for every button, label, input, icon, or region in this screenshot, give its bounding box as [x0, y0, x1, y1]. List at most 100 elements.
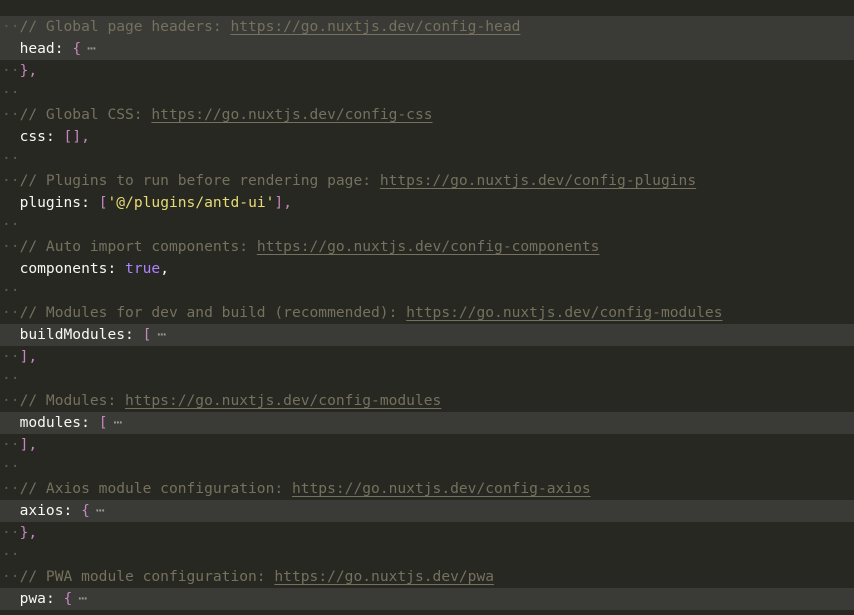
indent-whitespace: ··	[2, 238, 20, 255]
comment-text: // Global CSS:	[19, 106, 152, 123]
code-editor[interactable]: export default { ··// Global page header…	[0, 0, 854, 615]
colon: :	[81, 414, 90, 431]
code-line-components[interactable]: components: true,	[0, 258, 854, 280]
code-line-axios-close[interactable]: ··},	[0, 522, 854, 544]
code-line-css[interactable]: css: [],	[0, 126, 854, 148]
code-line-plugins[interactable]: plugins: ['@/plugins/antd-ui'],	[0, 192, 854, 214]
open-brace: {	[81, 502, 90, 519]
open-bracket: [	[142, 326, 152, 343]
code-line-comment-pwa[interactable]: ··// PWA module configuration: https://g…	[0, 566, 854, 588]
colon: :	[125, 326, 134, 343]
colon: :	[81, 194, 90, 211]
code-line-comment-css[interactable]: ··// Global CSS: https://go.nuxtjs.dev/c…	[0, 104, 854, 126]
code-line-head[interactable]: head: {⋯	[0, 38, 854, 60]
comment-link[interactable]: https://go.nuxtjs.dev/config-modules	[406, 304, 722, 321]
code-line-blank[interactable]: ··	[0, 82, 854, 104]
indent-whitespace: ··	[2, 106, 20, 123]
comment-text: // Modules:	[19, 392, 126, 409]
comment-link[interactable]: https://go.nuxtjs.dev/pwa	[274, 568, 494, 585]
code-line-comment-modules[interactable]: ··// Modules: https://go.nuxtjs.dev/conf…	[0, 390, 854, 412]
code-line-pwa[interactable]: pwa: { ⋯	[0, 588, 854, 610]
code-line-modules[interactable]: modules: [⋯	[0, 412, 854, 434]
indent-whitespace: ··	[2, 348, 20, 365]
indent-whitespace: ··	[2, 568, 20, 585]
vertical-scrollbar[interactable]	[844, 0, 854, 615]
colon: :	[45, 590, 55, 607]
open-brace: {	[63, 590, 73, 607]
close-bracket: ],	[274, 194, 292, 211]
property-key: plugins	[19, 194, 82, 211]
fold-ellipsis-icon[interactable]: ⋯	[157, 326, 166, 343]
close-brace: },	[19, 62, 38, 79]
comment-link[interactable]: https://go.nuxtjs.dev/config-head	[230, 18, 520, 35]
code-line-export[interactable]: export default {	[0, 0, 854, 35]
boolean-value: true	[125, 260, 161, 277]
indent-whitespace: ··	[2, 524, 20, 541]
property-key: buildModules	[19, 326, 126, 343]
indent-whitespace: ··	[2, 150, 20, 167]
code-line-comment-plugins[interactable]: ··// Plugins to run before rendering pag…	[0, 170, 854, 192]
code-line-modules-close[interactable]: ··],	[0, 434, 854, 456]
indent-whitespace: ··	[2, 392, 20, 409]
colon: :	[45, 128, 55, 145]
indent-whitespace: ··	[2, 436, 20, 453]
code-line-comment-buildmodules[interactable]: ··// Modules for dev and build (recommen…	[0, 302, 854, 324]
comment-link[interactable]: https://go.nuxtjs.dev/config-plugins	[380, 172, 696, 189]
property-key: head	[19, 40, 55, 57]
fold-ellipsis-icon[interactable]: ⋯	[78, 590, 87, 607]
comment-link[interactable]: https://go.nuxtjs.dev/config-modules	[125, 392, 441, 409]
open-bracket: [	[63, 128, 73, 145]
comment-text: // Plugins to run before rendering page:	[19, 172, 380, 189]
code-line-axios[interactable]: axios: { ⋯	[0, 500, 854, 522]
comment-text: // Modules for dev and build (recommende…	[19, 304, 407, 321]
close-bracket: ],	[19, 436, 38, 453]
code-line-blank[interactable]: ··	[0, 148, 854, 170]
property-key: pwa	[19, 590, 46, 607]
code-line-blank[interactable]: ··	[0, 456, 854, 478]
close-bracket: ],	[72, 128, 90, 145]
code-line-blank[interactable]: ··	[0, 544, 854, 566]
code-line-blank[interactable]: ··	[0, 214, 854, 236]
indent-whitespace: ··	[2, 216, 20, 233]
code-line-buildmodules[interactable]: buildModules: [ ⋯	[0, 324, 854, 346]
colon: :	[54, 40, 64, 57]
code-line-blank[interactable]: ··	[0, 368, 854, 390]
fold-ellipsis-icon[interactable]: ⋯	[96, 502, 105, 519]
property-key: axios	[19, 502, 64, 519]
colon: :	[63, 502, 73, 519]
comment-text: // Global page headers:	[19, 18, 231, 35]
comment-text: // Axios module configuration:	[19, 480, 292, 497]
comment-link[interactable]: https://go.nuxtjs.dev/config-css	[151, 106, 432, 123]
comment-link[interactable]: https://go.nuxtjs.dev/config-components	[257, 238, 600, 255]
close-bracket: ],	[19, 348, 38, 365]
fold-ellipsis-icon[interactable]: ⋯	[87, 40, 96, 57]
property-key: components	[19, 260, 108, 277]
comment-text: // Auto import components:	[19, 238, 257, 255]
code-line-comment-head[interactable]: ··// Global page headers: https://go.nux…	[0, 16, 854, 38]
fold-ellipsis-icon[interactable]: ⋯	[113, 414, 122, 431]
comma: ,	[160, 260, 169, 277]
colon: :	[107, 260, 117, 277]
code-line-buildmodules-close[interactable]: ··],	[0, 346, 854, 368]
property-key: modules	[19, 414, 82, 431]
indent-whitespace: ··	[2, 370, 20, 387]
indent-whitespace: ··	[2, 84, 20, 101]
indent-whitespace: ··	[2, 18, 20, 35]
indent-whitespace: ··	[2, 304, 20, 321]
string-value: '@/plugins/antd-ui'	[107, 194, 275, 211]
code-line-head-close[interactable]: ··},	[0, 60, 854, 82]
code-line-comment-axios[interactable]: ··// Axios module configuration: https:/…	[0, 478, 854, 500]
comment-link[interactable]: https://go.nuxtjs.dev/config-axios	[292, 480, 591, 497]
code-line-blank[interactable]: ··	[0, 280, 854, 302]
code-line-comment-components[interactable]: ··// Auto import components: https://go.…	[0, 236, 854, 258]
indent-whitespace: ··	[2, 546, 20, 563]
indent-whitespace: ··	[2, 172, 20, 189]
